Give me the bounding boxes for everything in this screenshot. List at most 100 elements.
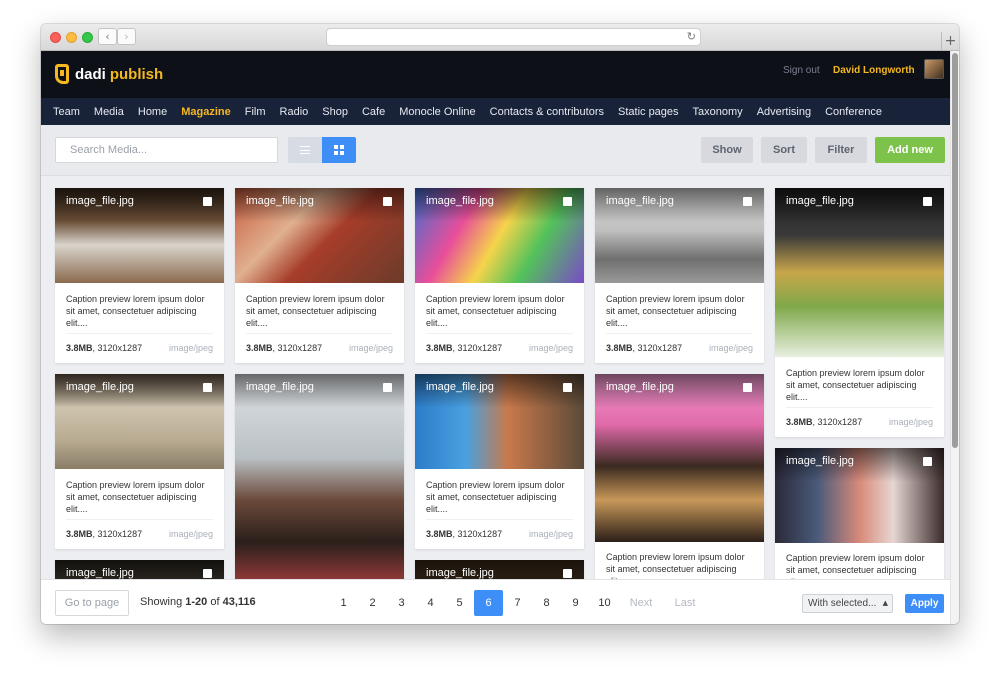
media-caption: Caption preview lorem ipsum dolor sit am… [606,294,745,328]
showing-total: 43,116 [222,596,256,608]
list-view-button[interactable] [288,137,322,163]
dadi-publish-logo[interactable]: dadi publish [55,63,163,85]
media-dimensions: 3120x1287 [457,343,503,353]
page-link[interactable]: 3 [387,590,416,616]
nav-item-film[interactable]: Film [245,106,266,118]
scrollbar[interactable] [950,51,959,624]
main-navigation: Team Media Home Magazine Film Radio Shop… [41,98,959,125]
media-card[interactable]: image_file.jpg Caption preview lorem ips… [595,188,764,363]
nav-item-advertising[interactable]: Advertising [757,106,811,118]
media-card[interactable]: image_file.jpg Caption preview lorem ips… [415,374,584,549]
nav-item-cafe[interactable]: Cafe [362,106,385,118]
sign-out-link[interactable]: Sign out [783,65,820,76]
select-checkbox[interactable] [923,197,932,206]
grid-view-button[interactable] [322,137,356,163]
nav-item-media[interactable]: Media [94,106,124,118]
apply-button[interactable]: Apply [905,594,944,613]
select-checkbox[interactable] [743,383,752,392]
pager: 1 2 3 4 5 6 7 8 9 10 Next Last [329,590,707,616]
page-link[interactable]: 9 [561,590,590,616]
select-arrows-icon: ▲ [882,599,888,607]
media-size: 3.8MB [426,529,453,539]
minimize-window-button[interactable] [66,32,77,43]
nav-item-team[interactable]: Team [53,106,80,118]
select-checkbox[interactable] [563,383,572,392]
select-checkbox[interactable] [563,569,572,578]
zoom-window-button[interactable] [82,32,93,43]
media-dimensions: 3120x1287 [97,529,143,539]
media-filename: image_file.jpg [246,195,314,207]
media-mime-type: image/jpeg [168,343,213,353]
nav-item-shop[interactable]: Shop [322,106,348,118]
page-link[interactable]: 10 [590,590,619,616]
media-thumbnail[interactable] [775,188,944,357]
select-checkbox[interactable] [923,457,932,466]
nav-item-monocle-online[interactable]: Monocle Online [399,106,475,118]
page-link[interactable]: 8 [532,590,561,616]
media-card[interactable]: image_file.jpg Caption preview lorem ips… [415,188,584,363]
media-filename: image_file.jpg [426,195,494,207]
scrollbar-thumb[interactable] [952,53,958,448]
nav-item-radio[interactable]: Radio [280,106,309,118]
media-filename: image_file.jpg [246,381,314,393]
nav-item-home[interactable]: Home [138,106,167,118]
media-meta: 3.8MB, 3120x1287 image/jpeg [66,333,213,362]
back-arrow-icon[interactable]: ‹ [98,28,117,45]
media-caption: Caption preview lorem ipsum dolor sit am… [246,294,385,328]
nav-item-contacts[interactable]: Contacts & contributors [490,106,604,118]
page-link[interactable]: 5 [445,590,474,616]
last-page-link[interactable]: Last [663,590,707,616]
media-card[interactable]: image_file.jpg Caption preview lorem ips… [235,188,404,363]
page-link-current[interactable]: 6 [474,590,503,616]
select-checkbox[interactable] [203,569,212,578]
page-link[interactable]: 7 [503,590,532,616]
media-filename: image_file.jpg [426,381,494,393]
media-filename: image_file.jpg [66,195,134,207]
sort-button[interactable]: Sort [761,137,807,163]
showing-count: Showing 1-20 of 43,116 [140,596,256,608]
address-bar[interactable]: ↻ [326,28,701,46]
nav-item-taxonomy[interactable]: Taxonomy [693,106,743,118]
grid-icon [334,145,344,155]
nav-item-static-pages[interactable]: Static pages [618,106,679,118]
close-window-button[interactable] [50,32,61,43]
reload-icon[interactable]: ↻ [687,29,696,45]
media-size: 3.8MB [246,343,273,353]
forward-arrow-icon[interactable]: › [117,28,136,45]
filter-button[interactable]: Filter [815,137,867,163]
media-dimensions: 3120x1287 [817,417,863,427]
media-card[interactable]: image_file.jpg [235,374,404,579]
media-card[interactable]: image_file.jpg Caption preview lorem ips… [775,448,944,579]
media-filename: image_file.jpg [66,381,134,393]
show-button[interactable]: Show [701,137,753,163]
select-checkbox[interactable] [383,197,392,206]
media-card[interactable]: image_file.jpg Caption preview lorem ips… [775,188,944,437]
page-link[interactable]: 2 [358,590,387,616]
media-card[interactable]: image_file.jpg [55,560,224,579]
add-new-button[interactable]: Add new [875,137,945,163]
nav-item-magazine[interactable]: Magazine [181,106,231,118]
next-page-link[interactable]: Next [619,590,663,616]
select-checkbox[interactable] [203,383,212,392]
select-checkbox[interactable] [563,197,572,206]
select-checkbox[interactable] [743,197,752,206]
user-avatar[interactable] [924,59,944,79]
nav-item-conference[interactable]: Conference [825,106,882,118]
media-card[interactable]: image_file.jpg [415,560,584,579]
media-caption: Caption preview lorem ipsum dolor sit am… [66,294,205,328]
bulk-action-select[interactable]: With selected... ▲ [802,594,893,613]
go-to-page-input[interactable]: Go to page [55,590,129,616]
select-checkbox[interactable] [203,197,212,206]
media-thumbnail[interactable] [235,374,404,579]
search-media-input[interactable] [55,137,278,163]
page-link[interactable]: 4 [416,590,445,616]
new-tab-plus-icon[interactable]: + [941,32,959,51]
user-name-link[interactable]: David Longworth [833,65,915,76]
media-card[interactable]: image_file.jpg Caption preview lorem ips… [55,374,224,549]
page-link[interactable]: 1 [329,590,358,616]
select-checkbox[interactable] [383,383,392,392]
media-card[interactable]: image_file.jpg Caption preview lorem ips… [595,374,764,579]
media-card[interactable]: image_file.jpg Caption preview lorem ips… [55,188,224,363]
media-mime-type: image/jpeg [528,529,573,539]
media-thumbnail[interactable] [595,374,764,542]
